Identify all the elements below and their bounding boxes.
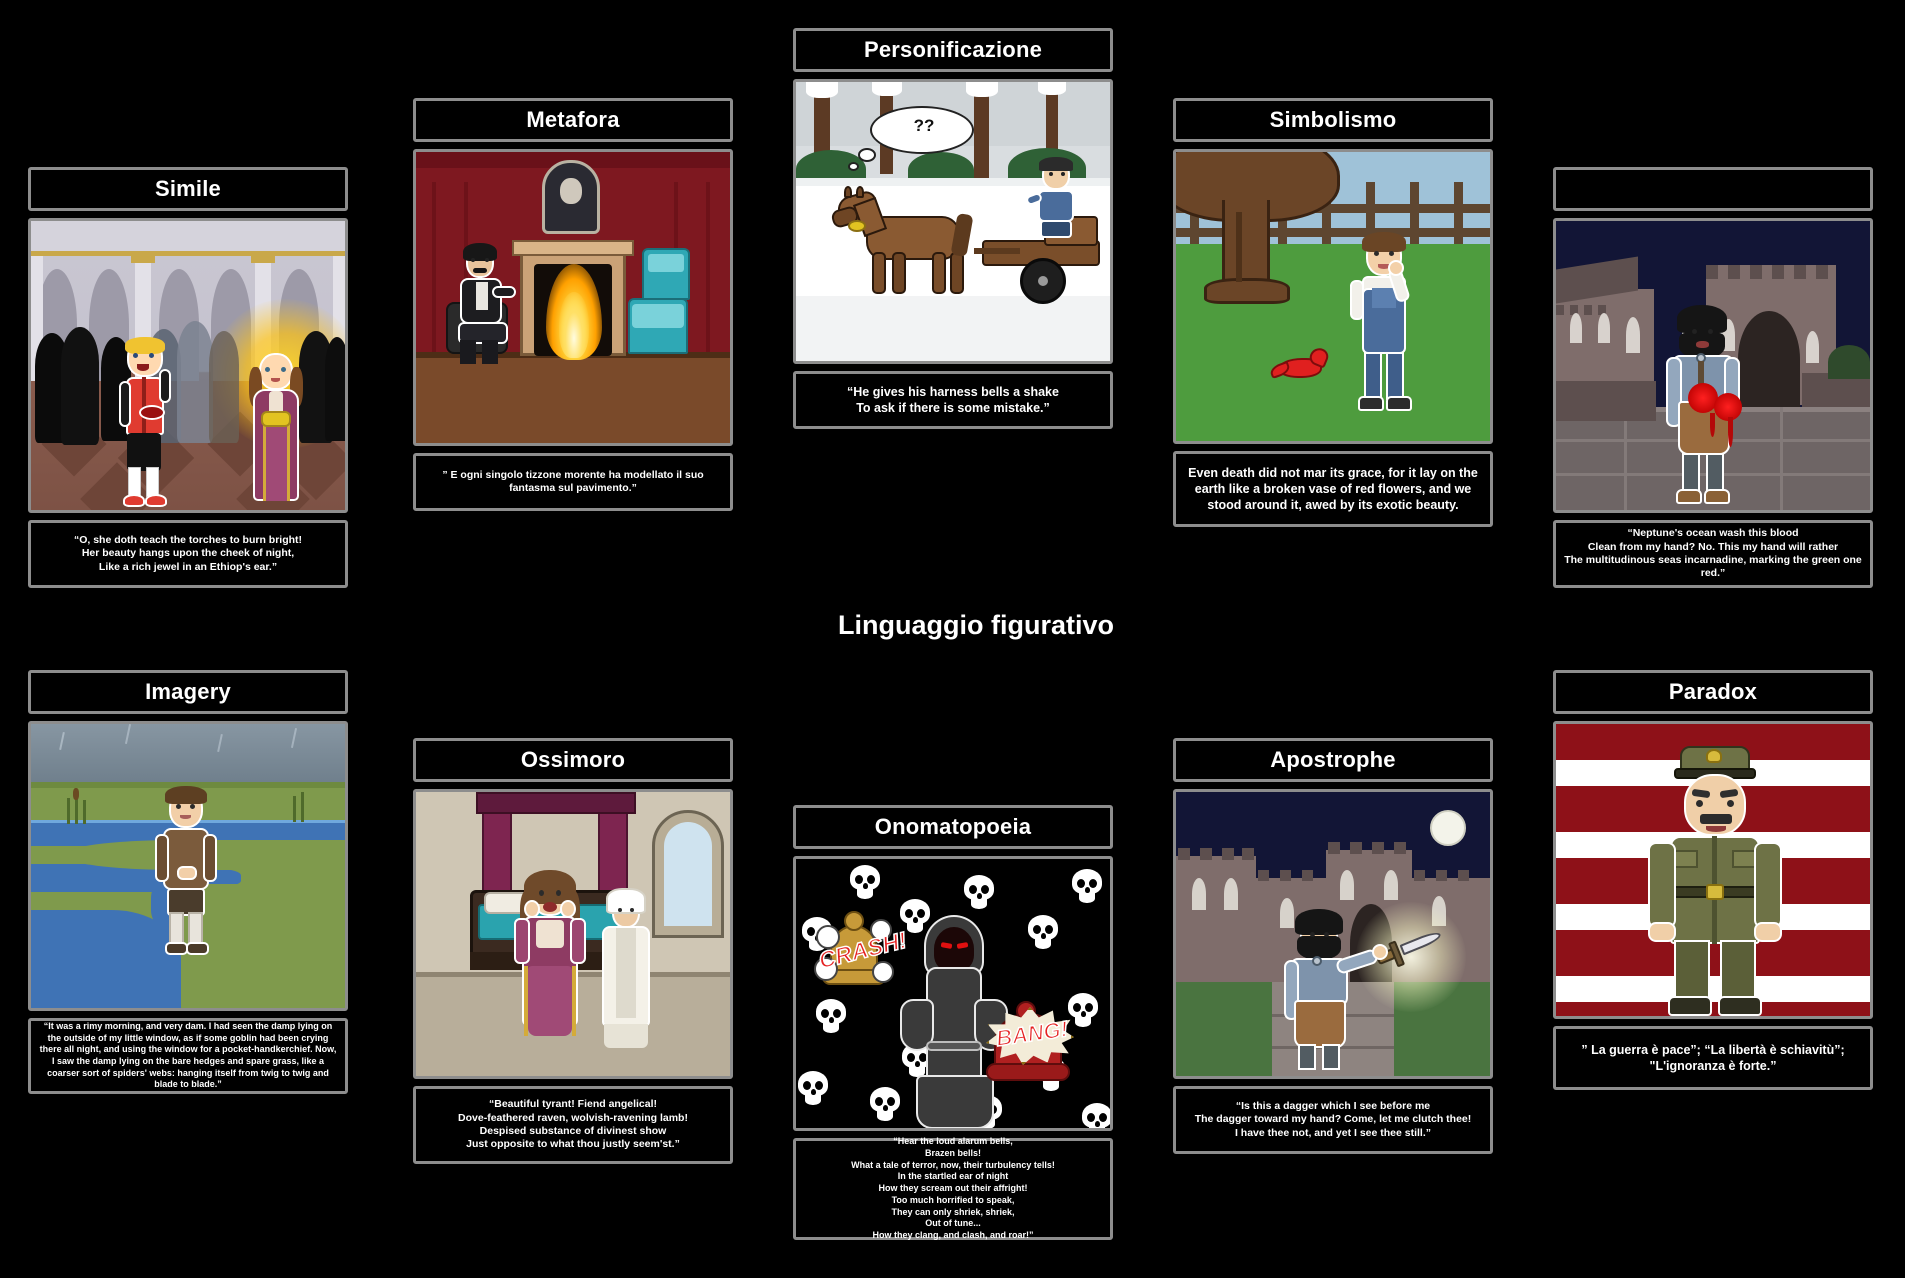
thought-bubble-text: ?? (913, 116, 935, 135)
panel-caption-personificazione: “He gives his harness bells a shake To a… (793, 371, 1113, 429)
panel-simbolismo[interactable]: Simbolismo Even death did not mar its gr… (1173, 98, 1493, 527)
scene-marsh (31, 724, 345, 1008)
skull-icon (816, 999, 846, 1033)
panel-caption-onomatopoeia: “Hear the loud alarum bells, Brazen bell… (793, 1136, 1113, 1240)
panel-caption-imagery: “It was a rimy morning, and very dam. I … (28, 1018, 348, 1094)
scene-castle-night (1556, 221, 1870, 510)
character-boy (115, 337, 173, 510)
panel-paradox[interactable]: Paradox ” La guerra è pace”; “La libertà… (1553, 670, 1873, 1090)
panel-title-personificazione: Personificazione (793, 28, 1113, 72)
panel-onomatopoeia[interactable]: Onomatopoeia CRASH! BANG! “Hear the loud… (793, 805, 1113, 1240)
skull-icon (798, 1071, 828, 1105)
character-boy (1350, 232, 1416, 421)
character-juliet (514, 870, 586, 1070)
panel-title-simbolismo: Simbolismo (1173, 98, 1493, 142)
character-boy-marsh (155, 786, 217, 964)
skull-icon (1072, 869, 1102, 903)
panel-title-imagery: Imagery (28, 670, 348, 714)
scene-ballroom (31, 221, 345, 510)
panel-personificazione[interactable]: Personificazione ?? “He gives his harnes… (793, 28, 1113, 429)
skull-icon (1028, 915, 1058, 949)
panel-iperbole[interactable]: “Neptune's ocean wash this blood Clean f… (1553, 167, 1873, 588)
skull-icon (1082, 1103, 1110, 1128)
skull-icon (850, 865, 880, 899)
board-center-title: Linguaggio figurativo (838, 610, 1114, 640)
panel-title-ossimoro: Ossimoro (413, 738, 733, 782)
character-man-seated (446, 243, 518, 364)
scene-bedchamber (416, 792, 730, 1076)
character-macbeth (1666, 305, 1742, 509)
panel-imagery[interactable]: Imagery “It was a rimy morning, and very… (28, 670, 348, 1094)
panel-caption-simile: “O, she doth teach the torches to burn b… (28, 520, 348, 588)
panel-art-paradox[interactable] (1553, 721, 1873, 1019)
panel-ossimoro[interactable]: Ossimoro “Beautiful tyrant! Fiend angeli… (413, 738, 733, 1164)
scene-castle-moonlit (1176, 792, 1490, 1076)
scene-flag-officer (1556, 724, 1870, 1016)
panel-title-iperbole (1553, 167, 1873, 211)
panel-caption-simbolismo: Even death did not mar its grace, for it… (1173, 451, 1493, 527)
moon-icon (1430, 810, 1466, 846)
panel-art-imagery[interactable] (28, 721, 348, 1011)
character-driver (1024, 157, 1082, 238)
panel-caption-paradox: ” La guerra è pace”; “La libertà è schia… (1553, 1026, 1873, 1090)
scene-snowy-woods: ?? (796, 82, 1110, 361)
dead-red-bird (1268, 345, 1332, 384)
panel-title-simile: Simile (28, 167, 348, 211)
character-horse (830, 186, 982, 300)
panel-title-paradox: Paradox (1553, 670, 1873, 714)
scene-skulls: CRASH! BANG! (796, 859, 1110, 1128)
panel-art-apostrophe[interactable] (1173, 789, 1493, 1079)
character-officer (1648, 746, 1782, 1016)
storyboard-canvas: Linguaggio figurativo Simile “O, she dot… (0, 0, 1905, 1278)
panel-title-metafora: Metafora (413, 98, 733, 142)
panel-art-personificazione[interactable]: ?? (793, 79, 1113, 364)
panel-art-onomatopoeia[interactable]: CRASH! BANG! (793, 856, 1113, 1131)
panel-art-simile[interactable] (28, 218, 348, 513)
character-macbeth-apostrophe (1284, 909, 1388, 1076)
panel-simile[interactable]: Simile “O, she doth teach the torches to… (28, 167, 348, 588)
panel-title-onomatopoeia: Onomatopoeia (793, 805, 1113, 849)
scene-field-tree (1176, 152, 1490, 441)
panel-apostrophe[interactable]: Apostrophe “Is this a dagger which I see… (1173, 738, 1493, 1154)
skull-icon (870, 1087, 900, 1121)
character-girl (245, 349, 307, 510)
panel-caption-apostrophe: “Is this a dagger which I see before me … (1173, 1086, 1493, 1154)
panel-art-metafora[interactable] (413, 149, 733, 446)
panel-art-iperbole[interactable] (1553, 218, 1873, 513)
panel-caption-iperbole: “Neptune's ocean wash this blood Clean f… (1553, 520, 1873, 588)
character-nurse (598, 888, 654, 1058)
panel-caption-metafora: ” E ogni singolo tizzone morente ha mode… (413, 453, 733, 511)
panel-art-ossimoro[interactable] (413, 789, 733, 1079)
panel-art-simbolismo[interactable] (1173, 149, 1493, 444)
panel-title-apostrophe: Apostrophe (1173, 738, 1493, 782)
panel-caption-ossimoro: “Beautiful tyrant! Fiend angelical! Dove… (413, 1086, 733, 1164)
skull-icon (964, 875, 994, 909)
panel-metafora[interactable]: Metafora ” E ogni singolo tizzone morent… (413, 98, 733, 511)
scene-parlor (416, 152, 730, 443)
